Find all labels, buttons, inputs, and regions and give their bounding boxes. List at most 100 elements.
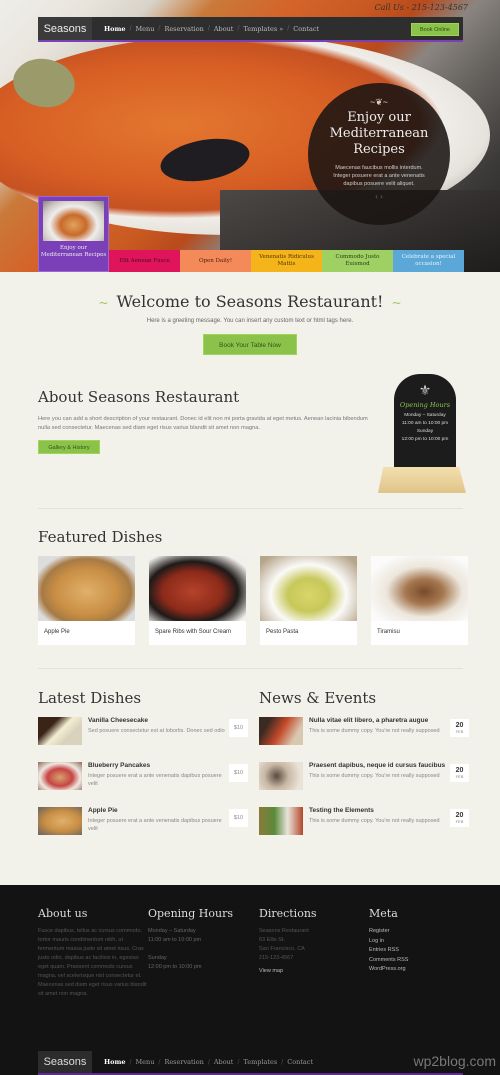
meta-link-register[interactable]: Register [369, 927, 479, 937]
dish-image [371, 556, 468, 621]
about-section: About Seasons Restaurant Here you can ad… [38, 388, 368, 454]
address-line: San Francisco, CA [259, 946, 305, 952]
footer-hours-title: Opening Hours [148, 907, 233, 920]
site-logo[interactable]: Seasons [38, 17, 92, 40]
list-item[interactable]: Apple Pie Integer posuere erat a ante ven… [38, 807, 248, 852]
swirl-right-icon: ~ [391, 296, 402, 310]
address-line: 63 Ellis St. [259, 937, 285, 943]
board-title: Opening Hours [399, 401, 451, 409]
nav-menu[interactable]: Menu [132, 25, 159, 33]
board-line: Monday – Saturday [404, 413, 446, 418]
list-item[interactable]: Vanilla Cheesecake Sed posuere consectetu… [38, 717, 248, 762]
slider-tab-3[interactable]: Venenatis Ridiculus Mattis [251, 250, 322, 272]
board-line: 11:00 am to 10:00 pm [401, 421, 449, 426]
slider-tab-4[interactable]: Commodo Justo Euismod [322, 250, 393, 272]
hours-line: 11:00 am to 10:00 pm [148, 937, 202, 943]
welcome-section: ~ Welcome to Seasons Restaurant! ~ Here is… [0, 292, 500, 355]
footer-nav-home[interactable]: Home [100, 1058, 130, 1066]
meta-link-entries-rss[interactable]: Entries RSS [369, 946, 479, 956]
date-badge: 20 FEB [450, 764, 469, 782]
news-item-title: Testing the Elements [309, 807, 374, 814]
hero-title: Enjoy our Mediterranean Recipes [329, 110, 429, 157]
news-thumb [259, 717, 303, 745]
thumb-caption: Enjoy our Mediterranean Recipes [40, 245, 107, 258]
news-item[interactable]: Praesent dapibus, neque id cursus faucib… [259, 762, 469, 807]
featured-dishes: Featured Dishes Apple Pie Spare Ribs wit… [38, 528, 468, 645]
dish-name: Tiramisu [377, 629, 400, 635]
dish-thumb [38, 762, 82, 790]
board-line: 12:00 pm to 10:00 pm [401, 437, 449, 442]
book-online-button[interactable]: Book Online [411, 23, 459, 36]
view-map-link[interactable]: View map [259, 967, 369, 977]
dish-thumb [38, 807, 82, 835]
latest-dishes: Latest Dishes Vanilla Cheesecake Sed posu… [38, 689, 248, 852]
about-text: Here you can add a short description of … [38, 416, 368, 431]
divider [38, 508, 463, 509]
footer-nav-templates[interactable]: Templates [239, 1058, 281, 1066]
footer-nav-contact[interactable]: Contact [283, 1058, 317, 1066]
dish-image [260, 556, 357, 621]
price-badge: $10 [229, 764, 248, 782]
nav-contact[interactable]: Contact [289, 25, 323, 33]
dish-title: Apple Pie [88, 807, 118, 814]
date-day: 20 [455, 812, 464, 819]
footer-directions-title: Directions [259, 907, 317, 920]
slider-tab-1[interactable]: Elit Aenean Fusce [109, 250, 180, 272]
news-thumb [259, 762, 303, 790]
date-day: 20 [455, 722, 464, 729]
footer-nav: Seasons Home / Menu / Reservation / About / … [38, 1051, 463, 1075]
dish-name: Apple Pie [44, 629, 70, 635]
slider-tab-5[interactable]: Celebrate a special occasion! [393, 250, 464, 272]
footer: About us Fusce dapibus, tellus ac cursus… [0, 885, 500, 1075]
dish-desc: Sed posuere consectetur est at lobortis.… [88, 728, 225, 734]
hours-line: Sunday [148, 955, 167, 961]
slider-tab-2[interactable]: Open Daily! [180, 250, 251, 272]
meta-link-login[interactable]: Log in [369, 937, 479, 947]
fleur-de-lis-icon: ⚜ [418, 382, 432, 398]
meta-link-wordpress[interactable]: WordPress.org [369, 965, 479, 975]
footer-about: About us Fusce dapibus, tellus ac cursus… [38, 907, 148, 999]
footer-nav-menu[interactable]: Menu [132, 1058, 159, 1066]
list-item[interactable]: Blueberry Pancakes Integer posuere erat a… [38, 762, 248, 807]
nav-reservation[interactable]: Reservation [160, 25, 207, 33]
slider-thumb-active[interactable]: Enjoy our Mediterranean Recipes [38, 196, 109, 272]
nav-templates[interactable]: Templates » [239, 25, 287, 33]
welcome-title: Welcome to Seasons Restaurant! [116, 292, 384, 311]
dish-card[interactable]: Tiramisu [371, 556, 468, 645]
swirl-left-icon: ~ [98, 296, 109, 310]
footer-nav-reservation[interactable]: Reservation [160, 1058, 207, 1066]
price-badge: $10 [229, 809, 248, 827]
dish-desc: Integer posuere erat a ante venenatis da… [88, 818, 222, 832]
meta-link-comments-rss[interactable]: Comments RSS [369, 956, 479, 966]
dish-title: Blueberry Pancakes [88, 762, 151, 769]
news-title: News & Events [259, 689, 377, 707]
date-day: 20 [455, 767, 464, 774]
date-month: FEB [455, 819, 464, 824]
news-item[interactable]: Testing the Elements This is some dummy c… [259, 807, 469, 852]
gallery-history-button[interactable]: Gallery & History [38, 440, 100, 454]
main-nav: Seasons Home / Menu / Reservation / About / … [38, 17, 463, 42]
news-item[interactable]: Nulla vitae elit libero, a pharetra augu… [259, 717, 469, 762]
dish-card[interactable]: Apple Pie [38, 556, 135, 645]
dish-card[interactable]: Pesto Pasta [260, 556, 357, 645]
news-item-desc: This is some dummy copy. You're not real… [309, 773, 440, 779]
book-table-button[interactable]: Book Your Table Now [203, 334, 297, 355]
footer-about-text: Fusce dapibus, tellus ac cursus commodo,… [38, 928, 147, 997]
thumb-image [43, 201, 104, 241]
slider-arrows-icon[interactable]: ‹ › [308, 192, 450, 201]
footer-logo[interactable]: Seasons [38, 1051, 92, 1073]
dish-card[interactable]: Spare Ribs with Sour Cream [149, 556, 246, 645]
footer-meta: Meta Register Log in Entries RSS Comment… [369, 907, 479, 975]
nav-home[interactable]: Home [100, 25, 130, 33]
dish-image [149, 556, 246, 621]
nav-about[interactable]: About [210, 25, 238, 33]
date-badge: 20 FEB [450, 809, 469, 827]
welcome-message: Here is a greeting message. You can inse… [146, 318, 354, 324]
date-month: FEB [455, 774, 464, 779]
footer-nav-about[interactable]: About [210, 1058, 238, 1066]
dish-thumb [38, 717, 82, 745]
opening-hours-board: ⚜ Opening Hours Monday – Saturday 11:00 … [378, 374, 466, 494]
news-events: News & Events Nulla vitae elit libero, a… [259, 689, 469, 852]
news-thumb [259, 807, 303, 835]
dish-image [38, 556, 135, 621]
